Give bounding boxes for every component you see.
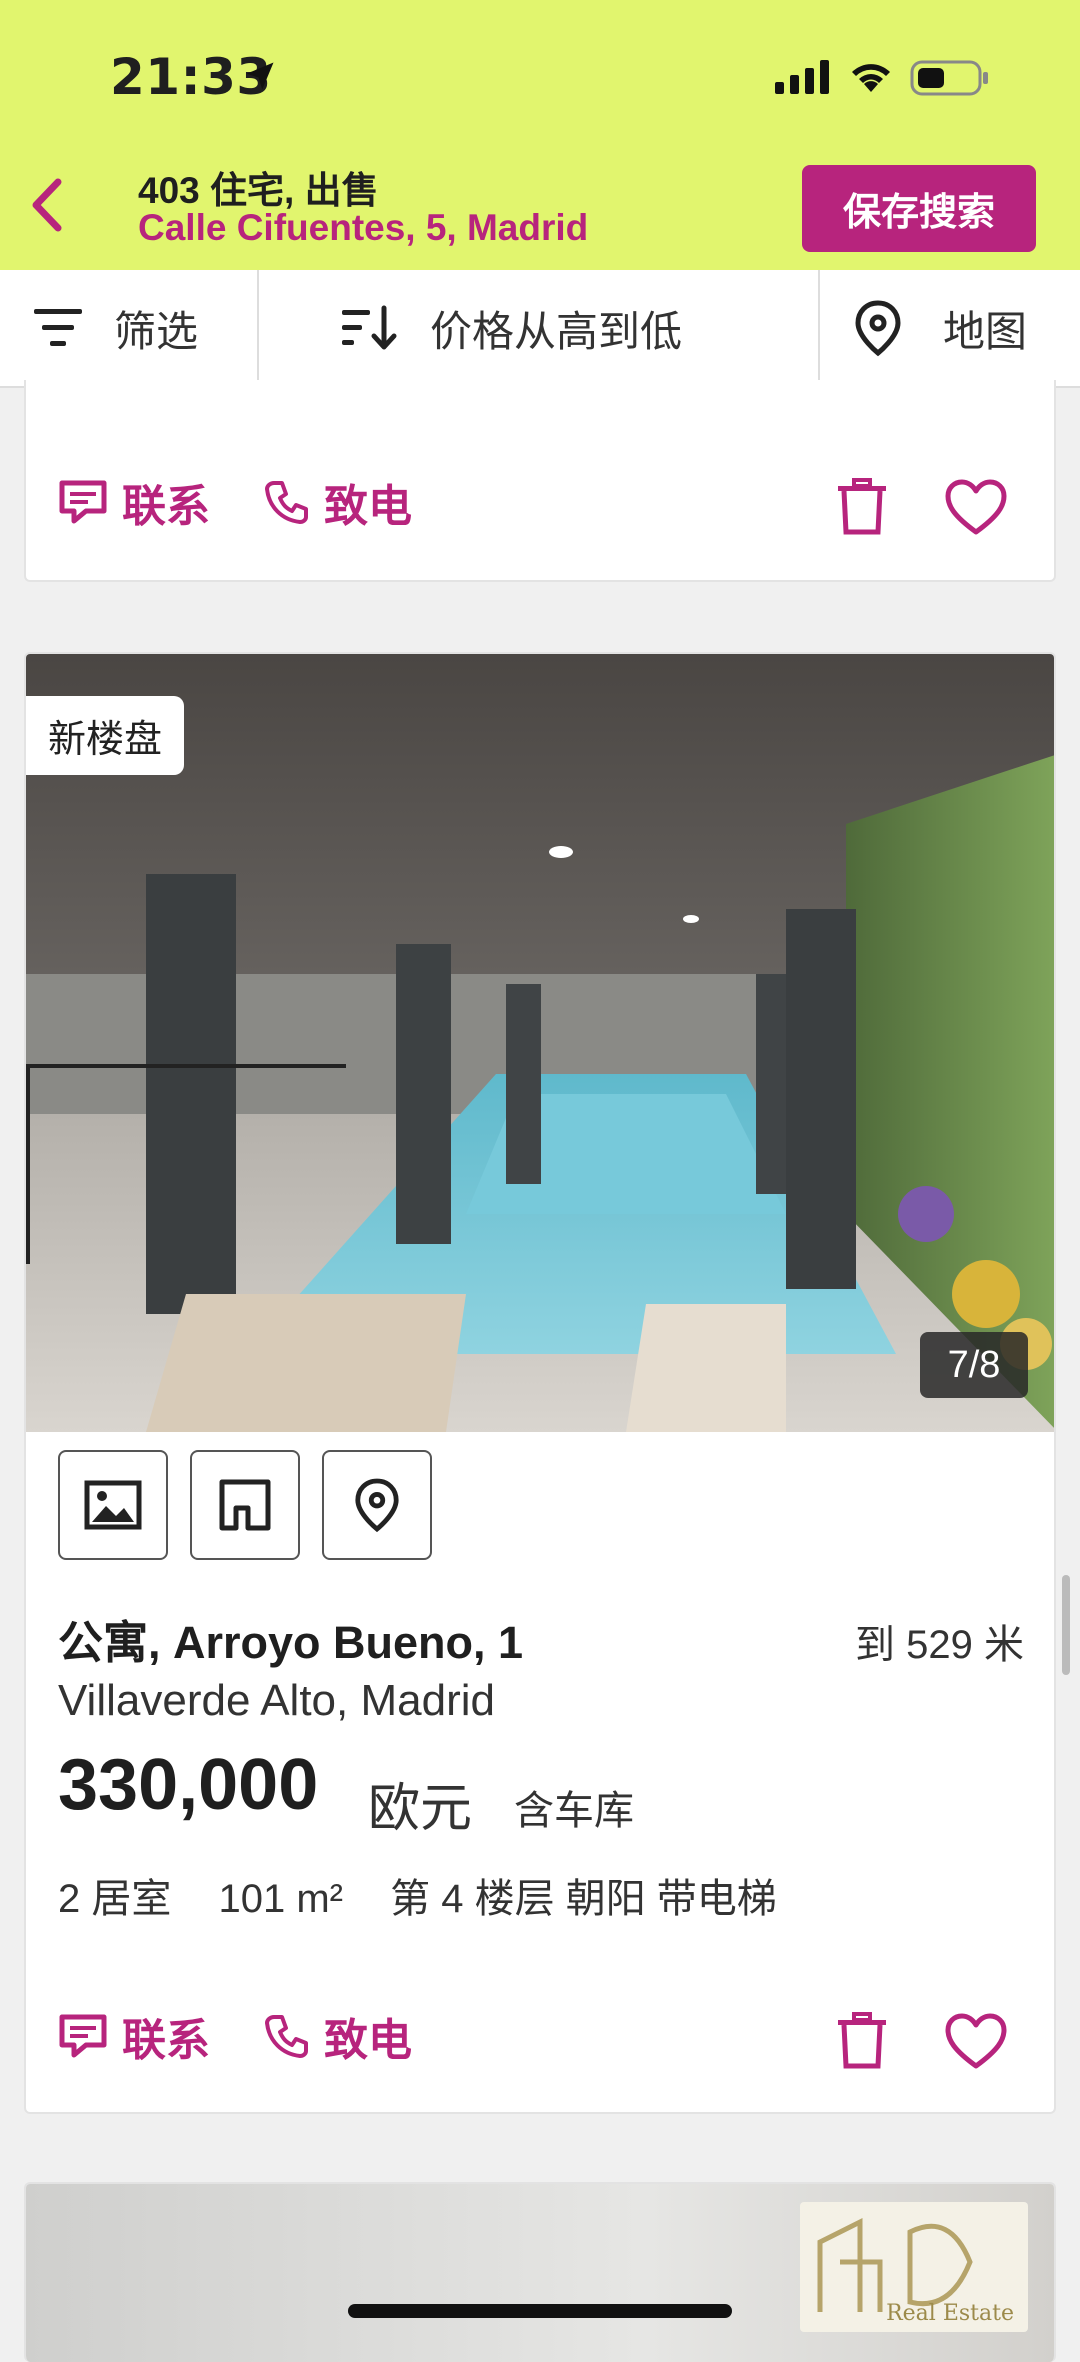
listing-title[interactable]: 公寓, Arroyo Bueno, 1 bbox=[58, 1606, 523, 1671]
listing-photo[interactable]: 新楼盘 7/8 bbox=[26, 654, 1054, 1432]
sort-label: 价格从高到低 bbox=[430, 307, 683, 355]
contact-label: 联系 bbox=[122, 2016, 210, 2065]
trash-icon[interactable] bbox=[834, 2012, 890, 2070]
agency-logo-text: Real Estate bbox=[886, 2301, 1014, 2326]
call-button[interactable]: 致电 bbox=[264, 2004, 412, 2068]
floorplan-icon bbox=[219, 1479, 271, 1531]
floorplan-button[interactable] bbox=[190, 1450, 300, 1560]
filter-icon bbox=[34, 309, 82, 346]
listing-card[interactable]: 新楼盘 7/8 公寓, Arroyo Bueno, 1 到 529 米 Vill… bbox=[24, 652, 1056, 2114]
home-indicator[interactable] bbox=[348, 2304, 732, 2318]
divider bbox=[818, 270, 820, 386]
filter-bar: 筛选 价格从高到低 地图 bbox=[0, 270, 1080, 388]
call-label: 致电 bbox=[324, 482, 412, 531]
wifi-icon bbox=[852, 64, 890, 92]
contact-button[interactable]: 联系 bbox=[58, 470, 210, 534]
listing-area: Villaverde Alto, Madrid bbox=[58, 1676, 495, 1725]
feature-floor: 第 4 楼层 朝阳 带电梯 bbox=[390, 1877, 777, 1921]
filter-label: 筛选 bbox=[114, 307, 199, 355]
phone-icon bbox=[265, 481, 308, 524]
new-development-badge: 新楼盘 bbox=[26, 696, 185, 775]
call-label: 致电 bbox=[324, 2016, 412, 2065]
save-search-button[interactable]: 保存搜索 bbox=[802, 165, 1036, 252]
card-actions: 联系 致电 bbox=[26, 460, 1054, 550]
phone-icon bbox=[265, 2015, 308, 2058]
search-location: Calle Cifuentes, 5, Madrid bbox=[138, 207, 589, 248]
listing-card-previous: 联系 致电 bbox=[24, 380, 1056, 582]
sort-descending-icon bbox=[342, 305, 397, 350]
agency-logo: Real Estate bbox=[800, 2202, 1028, 2332]
garage-included: 含车库 bbox=[514, 1789, 634, 1833]
listing-features: 2 居室 101 m² 第 4 楼层 朝阳 带电梯 bbox=[58, 1866, 813, 1924]
divider bbox=[257, 270, 259, 386]
map-pin-icon bbox=[855, 300, 901, 357]
heart-icon[interactable] bbox=[944, 478, 1008, 536]
contact-label: 联系 bbox=[122, 482, 210, 531]
location-arrow-icon bbox=[246, 62, 274, 90]
price-currency: 欧元 bbox=[368, 1780, 473, 1838]
map-location-button[interactable] bbox=[322, 1450, 432, 1560]
distance: 到 529 米 bbox=[855, 1623, 1024, 1667]
search-title: 403 住宅, 出售 bbox=[138, 170, 379, 211]
heart-icon[interactable] bbox=[944, 2012, 1008, 2070]
back-button[interactable] bbox=[18, 170, 78, 240]
map-label: 地图 bbox=[943, 307, 1028, 355]
contact-button[interactable]: 联系 bbox=[58, 2004, 210, 2068]
status-bar: 21:33 bbox=[0, 0, 1080, 150]
map-button[interactable]: 地图 bbox=[853, 270, 1027, 386]
map-pin-icon bbox=[355, 1478, 399, 1533]
call-button[interactable]: 致电 bbox=[264, 470, 412, 534]
card-actions: 联系 致电 bbox=[26, 1994, 1054, 2084]
scrollbar[interactable] bbox=[1062, 1575, 1070, 1675]
chevron-left-icon bbox=[32, 178, 62, 232]
trash-icon[interactable] bbox=[834, 478, 890, 536]
filter-button[interactable]: 筛选 bbox=[32, 270, 198, 386]
battery-icon bbox=[910, 60, 988, 96]
top-bar: 21:33 403 住宅, 出售 Calle Cifuentes, 5, Mad… bbox=[0, 0, 1080, 270]
chat-icon bbox=[59, 2014, 107, 2058]
listing-price: 330,000 bbox=[58, 1745, 319, 1825]
feature-size: 101 m² bbox=[218, 1877, 343, 1921]
photo-counter: 7/8 bbox=[920, 1332, 1028, 1398]
feature-bedrooms: 2 居室 bbox=[58, 1877, 172, 1921]
chat-icon bbox=[59, 480, 107, 524]
sort-button[interactable]: 价格从高到低 bbox=[340, 270, 682, 386]
photos-button[interactable] bbox=[58, 1450, 168, 1560]
image-icon bbox=[84, 1480, 142, 1530]
cellular-signal-icon bbox=[775, 60, 829, 94]
